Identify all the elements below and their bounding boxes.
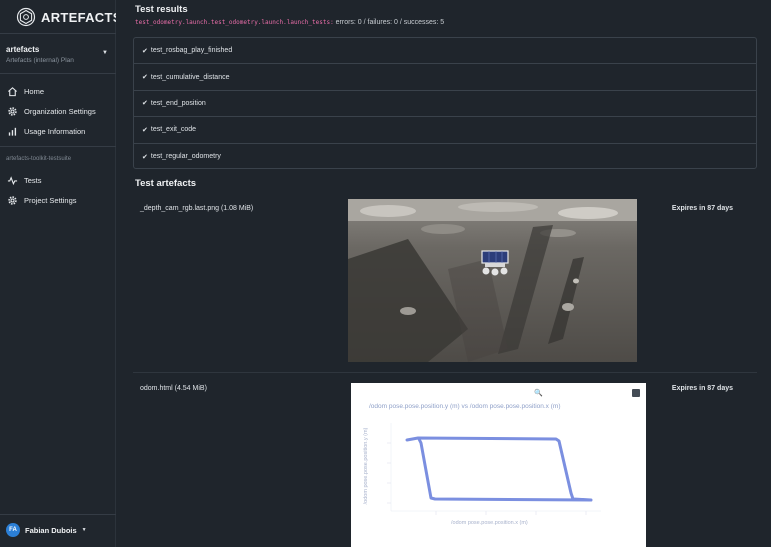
- divider: [0, 33, 116, 34]
- sidebar: ARTEFACTS artefacts Artefacts (internal)…: [0, 0, 121, 547]
- activity-icon: [7, 175, 18, 185]
- gear-icon: [8, 106, 17, 116]
- test-name: test_rosbag_play_finished: [150, 47, 233, 55]
- project-section-label: artefacts-toolkit-testsuite: [6, 156, 72, 162]
- org-name: artefacts: [6, 45, 40, 54]
- nav-home-label: Home: [24, 86, 45, 96]
- artefact-link[interactable]: odom.html (4.54 MiB): [140, 385, 207, 392]
- gear-icon: [8, 195, 17, 205]
- check-icon: ✔: [142, 153, 148, 161]
- bar-chart-icon: [8, 127, 17, 136]
- nav-usage-information-label: Usage Information: [24, 126, 86, 136]
- test-name: test_cumulative_distance: [150, 73, 230, 81]
- test-results-heading: Test results: [135, 4, 188, 15]
- nav-project-settings-label: Project Settings: [24, 195, 77, 205]
- artefacts-logo-icon: [16, 7, 36, 27]
- avatar: FA: [6, 523, 20, 537]
- odometry-trajectory-chart: [387, 423, 601, 515]
- check-icon: ✔: [142, 74, 148, 82]
- caret-down-icon: ▼: [81, 527, 87, 533]
- test-row[interactable]: ✔ test_regular_odometry: [134, 144, 756, 168]
- org-switcher[interactable]: artefacts Artefacts (internal) Plan ▼: [6, 45, 110, 64]
- caret-down-icon: ▼: [102, 50, 108, 56]
- artefact-expiry: Expires in 87 days: [671, 205, 733, 212]
- divider: [133, 372, 757, 373]
- app-logo[interactable]: ARTEFACTS: [16, 7, 122, 27]
- test-suite-name: test_odometry.launch.test_odometry.launc…: [135, 19, 334, 26]
- x-axis-ticks: [391, 510, 601, 515]
- check-icon: ✔: [142, 47, 148, 55]
- user-name: Fabian Dubois: [25, 525, 77, 535]
- artefact-link[interactable]: _depth_cam_rgb.last.png (1.08 MiB): [140, 205, 253, 212]
- divider: [0, 73, 116, 74]
- artefact-expiry: Expires in 87 days: [671, 385, 733, 392]
- app-name: ARTEFACTS: [41, 9, 122, 25]
- test-results-list: ✔ test_rosbag_play_finished ✔ test_cumulat…: [133, 37, 757, 169]
- test-row[interactable]: ✔ test_exit_code: [134, 117, 756, 144]
- y-axis-ticks: [387, 423, 392, 511]
- test-stats: errors: 0 / failures: 0 / successes: 5: [335, 19, 445, 26]
- nav-tests[interactable]: Tests: [7, 173, 42, 187]
- odometry-plot[interactable]: 🔍 /odom pose.pose.position.y (m) vs /odo…: [351, 383, 646, 547]
- trajectory-line: [405, 436, 593, 502]
- test-name: test_end_position: [150, 99, 206, 107]
- check-icon: ✔: [142, 100, 148, 108]
- test-name: test_regular_odometry: [150, 153, 221, 161]
- main-content: Test results test_odometry.launch.test_o…: [116, 0, 771, 547]
- nav-usage-information[interactable]: Usage Information: [7, 124, 85, 138]
- test-artefacts-heading: Test artefacts: [135, 178, 197, 189]
- nav-project-settings[interactable]: Project Settings: [7, 193, 77, 207]
- test-row[interactable]: ✔ test_rosbag_play_finished: [134, 38, 756, 65]
- nav-home[interactable]: Home: [7, 84, 44, 98]
- org-plan: Artefacts (internal) Plan: [6, 57, 74, 64]
- divider: [0, 514, 116, 515]
- divider: [0, 146, 116, 147]
- test-row[interactable]: ✔ test_end_position: [134, 91, 756, 118]
- lunar-rover-render: [348, 199, 637, 362]
- nav-tests-label: Tests: [24, 175, 42, 185]
- test-row[interactable]: ✔ test_cumulative_distance: [134, 64, 756, 91]
- user-menu[interactable]: FA Fabian Dubois ▼: [6, 523, 87, 537]
- test-summary: test_odometry.launch.test_odometry.launc…: [135, 19, 444, 26]
- nav-organization-settings-label: Organization Settings: [24, 106, 96, 116]
- test-name: test_exit_code: [150, 126, 197, 134]
- nav-organization-settings[interactable]: Organization Settings: [7, 104, 96, 118]
- check-icon: ✔: [142, 126, 148, 134]
- artefact-image-preview[interactable]: [348, 199, 637, 362]
- home-icon: [8, 86, 17, 96]
